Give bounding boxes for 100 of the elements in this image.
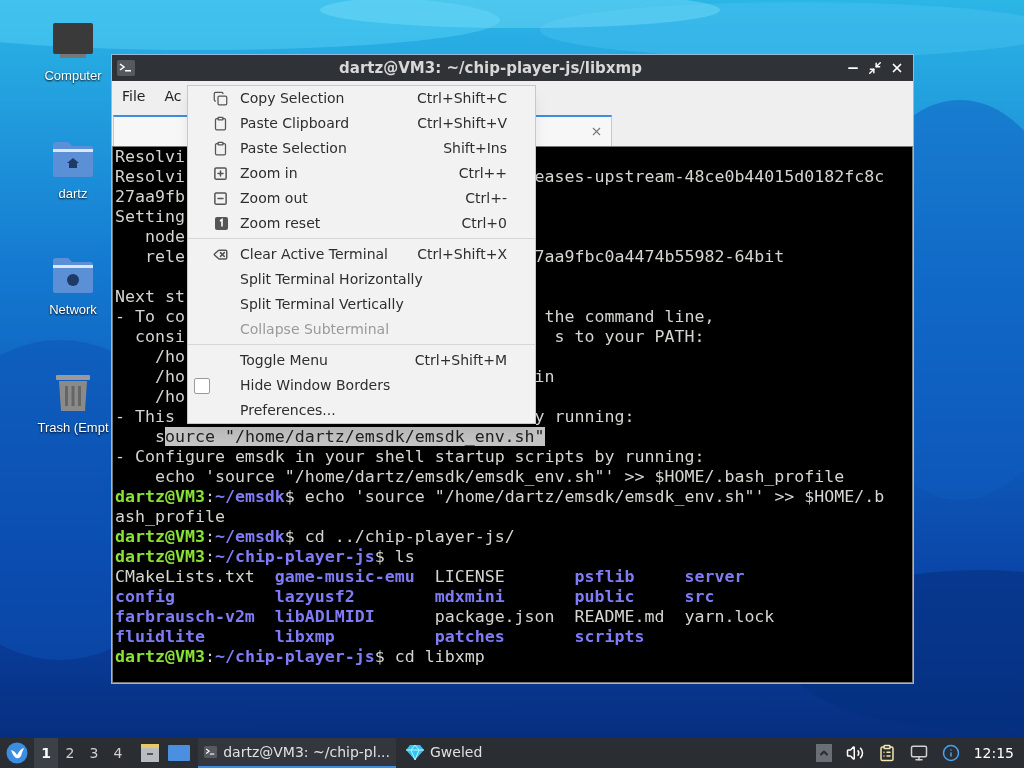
menu-item[interactable]: Zoom in Ctrl++	[188, 161, 535, 186]
directory-name: game-music-emu	[274, 567, 415, 586]
terminal-line: consi	[133, 327, 185, 346]
shortcut-label: Shift+Ins	[443, 139, 507, 158]
terminal-line: 27aa9fb	[115, 187, 185, 206]
task-button[interactable]: Gweled	[400, 738, 489, 768]
terminal-line: s to your PATH:	[553, 327, 705, 347]
shortcut-label: Ctrl+Shift+X	[417, 245, 507, 264]
workspace-button[interactable]: 3	[82, 738, 106, 768]
terminal-line: echo 'source "/home/dartz/emsdk/emsdk_env.sh"' >> $HOME/.bash_profile	[153, 467, 845, 486]
workspace-button[interactable]: 1	[34, 738, 58, 768]
file-name: package.json	[434, 607, 555, 626]
menu-item[interactable]: Zoom out Ctrl+-	[188, 186, 535, 211]
notification-icon[interactable]	[941, 744, 960, 762]
checkbox[interactable]	[194, 377, 210, 394]
menu-item[interactable]: Split Terminal Horizontally	[188, 267, 535, 292]
workspace-button[interactable]: 4	[106, 738, 130, 768]
desktop-icon-label[interactable]: Network	[49, 300, 97, 320]
file-name: README.md	[574, 607, 665, 626]
terminal-line: 7aa9fbc0a4474b55982-64bit	[534, 247, 785, 267]
zoom-out-icon	[213, 191, 228, 206]
desktop-icon[interactable]	[168, 744, 190, 762]
directory-name: patches	[434, 627, 505, 646]
terminal-line: ash_profile	[115, 507, 225, 526]
directory-name: farbrausch-v2m	[115, 607, 255, 626]
tray-expand-button[interactable]	[815, 744, 832, 762]
shortcut-label: Ctrl+0	[461, 214, 507, 233]
close-icon[interactable]	[890, 61, 904, 75]
copy-icon	[213, 91, 228, 106]
menu-item[interactable]: Toggle Menu Ctrl+Shift+M	[188, 348, 535, 373]
terminal-line: /ho	[153, 367, 185, 386]
shortcut-label: Ctrl++	[458, 164, 507, 183]
menu-item[interactable]: Preferences...	[188, 398, 535, 423]
directory-name: fluidlite	[115, 627, 205, 646]
shortcut-label: Ctrl+-	[465, 189, 507, 208]
network-folder-icon	[52, 256, 94, 294]
terminal-line: dartz@VM3:~/emsdk$ cd ../chip-player-js/	[115, 527, 515, 546]
terminal-line: /ho	[153, 387, 185, 406]
terminal-line: - To co	[115, 307, 185, 326]
menu-item[interactable]: Split Terminal Vertically	[188, 292, 535, 317]
terminal-line: the command line,	[543, 307, 715, 327]
terminal-line: eases-upstream-48ce0b44015d0182fc8c	[534, 167, 885, 187]
directory-name: psflib	[574, 567, 635, 586]
menu-bar-item[interactable]: Ac	[164, 85, 182, 107]
desktop-icon-label[interactable]: Trash (Empt	[37, 418, 109, 438]
directory-name: src	[684, 587, 715, 606]
shortcut-label: Ctrl+Shift+V	[417, 114, 507, 133]
window-title: dartz@VM3: ~/chip-player-js/libxmp	[338, 57, 643, 79]
file-name: CMakeLists.txt	[115, 567, 255, 586]
backspace-icon	[213, 247, 228, 262]
terminal-line: rele	[143, 247, 185, 266]
volume-icon[interactable]	[845, 744, 864, 762]
directory-name: libADLMIDI	[274, 607, 375, 626]
clock[interactable]: 12:15	[973, 742, 1014, 764]
menu-item[interactable]: Paste Selection Shift+Ins	[188, 136, 535, 161]
terminal-line: dartz@VM3:~/emsdk$ echo 'source "/home/dartz/emsdk/emsdk_env.sh"' >> $HOME/.b	[115, 487, 885, 506]
menu-item[interactable]: Zoom reset Ctrl+0	[188, 211, 535, 236]
menu-bar-item[interactable]: File	[122, 85, 146, 107]
terminal-line: - Configure emsdk in your shell startup scripts by running:	[115, 447, 705, 466]
directory-name: libxmp	[274, 627, 335, 646]
directory-name: public	[574, 587, 635, 606]
home-folder-icon	[52, 140, 94, 178]
menu-item[interactable]: Copy Selection Ctrl+Shift+C	[188, 86, 535, 111]
terminal-line: Resolvi	[115, 147, 185, 166]
restore-icon[interactable]	[868, 61, 882, 75]
terminal-line: Resolvi	[115, 167, 185, 186]
terminal-line: dartz@VM3:~/chip-player-js$ ls	[115, 547, 415, 566]
task-button[interactable]: dartz@VM3: ~/chip-pl...	[198, 738, 396, 768]
file-cabinet-icon[interactable]	[140, 743, 160, 763]
terminal-line: node	[143, 227, 185, 246]
directory-name: server	[684, 567, 745, 586]
menu-item[interactable]: Paste Clipboard Ctrl+Shift+V	[188, 111, 535, 136]
directory-name: lazyusf2	[274, 587, 355, 606]
terminal-line: source "/home/dartz/emsdk/emsdk_env.sh"	[153, 427, 545, 446]
directory-name: config	[115, 587, 175, 606]
terminal-line: in	[534, 367, 555, 387]
menu-item[interactable]: Hide Window Borders	[188, 373, 535, 398]
terminal-line: - This	[115, 407, 176, 426]
zoom-reset-icon	[215, 217, 228, 230]
terminal-line: y running:	[534, 407, 635, 427]
terminal-line: /ho	[153, 347, 185, 366]
file-name: yarn.lock	[684, 607, 775, 626]
terminal-icon	[117, 60, 135, 76]
workspace-button[interactable]: 2	[58, 738, 82, 768]
clipboard-icon	[213, 116, 228, 131]
desktop-icon-label[interactable]: dartz	[58, 184, 88, 204]
terminal-icon	[204, 744, 218, 760]
terminal-line: dartz@VM3:~/chip-player-js$ cd libxmp	[115, 647, 485, 666]
directory-name: mdxmini	[434, 587, 505, 606]
clipboard-icon	[213, 141, 228, 156]
clipboard-icon[interactable]	[877, 744, 896, 762]
diamond-icon	[406, 744, 424, 760]
shortcut-label: Ctrl+Shift+C	[417, 89, 507, 108]
terminal-line: Setting	[115, 207, 185, 226]
file-name: LICENSE	[434, 567, 505, 586]
menu-item[interactable]: Clear Active Terminal Ctrl+Shift+X	[188, 242, 535, 267]
zoom-in-icon	[213, 166, 228, 181]
directory-name: scripts	[574, 627, 645, 646]
terminal-line: Next st	[115, 287, 185, 306]
monitor-icon	[52, 22, 94, 60]
